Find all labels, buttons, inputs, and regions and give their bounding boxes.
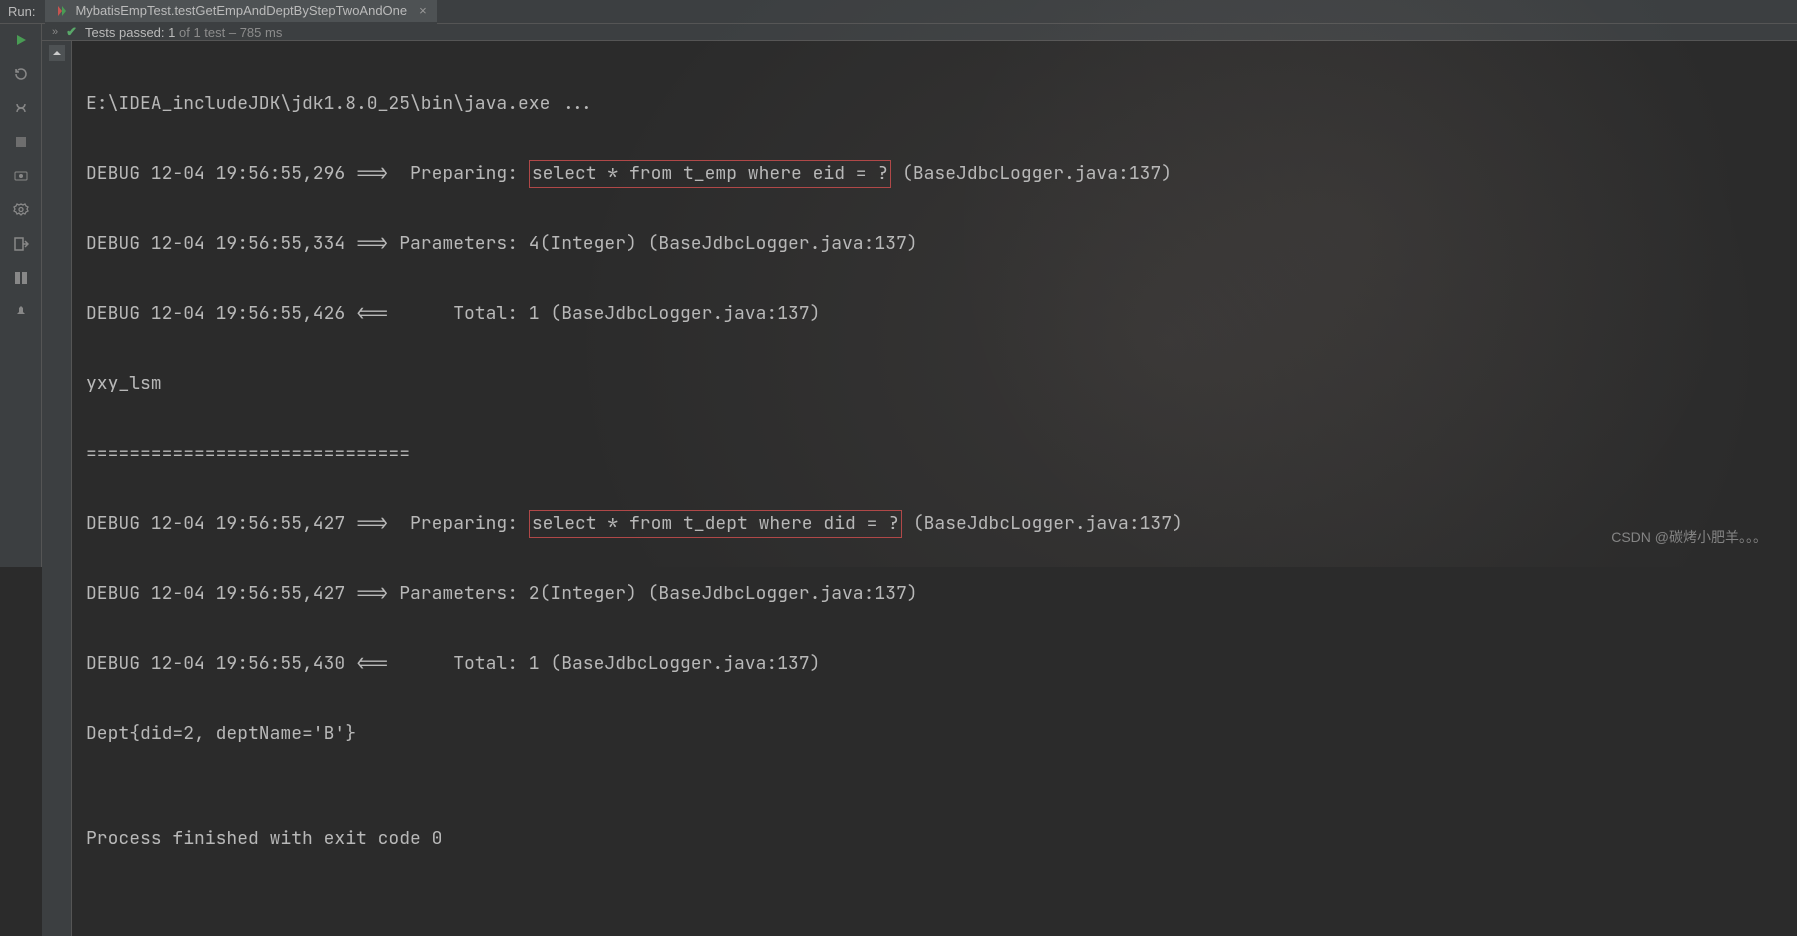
tab-title: MybatisEmpTest.testGetEmpAndDeptByStepTw… [75, 3, 407, 18]
console-line: DEBUG 12-04 19:56:55,430 <== Total: 1 (B… [86, 646, 1783, 681]
main-area: » ✔ Tests passed: 1 of 1 test – 785 ms E… [0, 24, 1797, 567]
console-line: E:\IDEA_includeJDK\jdk1.8.0_25\bin\java.… [86, 86, 1783, 121]
console-line: yxy_lsm [86, 366, 1783, 401]
body-row: E:\IDEA_includeJDK\jdk1.8.0_25\bin\java.… [42, 41, 1797, 936]
test-tree-column [42, 41, 72, 936]
content-area: » ✔ Tests passed: 1 of 1 test – 785 ms E… [42, 24, 1797, 567]
console-line: DEBUG 12-04 19:56:55,426 <== Total: 1 (B… [86, 296, 1783, 331]
settings-icon[interactable] [11, 200, 31, 220]
run-tab-bar: Run: MybatisEmpTest.testGetEmpAndDeptByS… [0, 0, 1797, 24]
toggle-auto-test-icon[interactable] [11, 98, 31, 118]
pin-icon[interactable] [11, 302, 31, 322]
exit-icon[interactable] [11, 234, 31, 254]
watermark: CSDN @碳烤小肥羊。。。 [1611, 527, 1767, 547]
test-status-bar: » ✔ Tests passed: 1 of 1 test – 785 ms [42, 24, 1797, 41]
chevrons-icon[interactable]: » [52, 26, 58, 38]
console-line: ============================== [86, 436, 1783, 471]
close-icon[interactable]: × [419, 3, 427, 18]
test-status-text: Tests passed: 1 of 1 test – 785 ms [85, 25, 282, 40]
of-text: of 1 test – 785 ms [175, 25, 282, 40]
console-output[interactable]: E:\IDEA_includeJDK\jdk1.8.0_25\bin\java.… [72, 41, 1797, 936]
console-line: Dept{did=2, deptName='B'} [86, 716, 1783, 751]
run-button[interactable] [11, 30, 31, 50]
tool-gutter [0, 24, 42, 567]
check-icon: ✔ [66, 24, 77, 40]
console-line: DEBUG 12-04 19:56:55,427 ==> Parameters:… [86, 576, 1783, 611]
passed-label: Tests passed: [85, 25, 165, 40]
run-config-tab[interactable]: MybatisEmpTest.testGetEmpAndDeptByStepTw… [45, 0, 436, 24]
stop-icon[interactable] [11, 132, 31, 152]
sql-highlight: select * from t_emp where eid = ? [529, 160, 891, 188]
console-line: Process finished with exit code 0 [86, 821, 1783, 856]
sql-highlight: select * from t_dept where did = ? [529, 510, 902, 538]
console-line: DEBUG 12-04 19:56:55,427 ==> Preparing: … [86, 506, 1783, 541]
collapse-icon[interactable] [49, 45, 65, 61]
run-config-icon [55, 4, 69, 18]
console-line: DEBUG 12-04 19:56:55,296 ==> Preparing: … [86, 156, 1783, 191]
console-line: DEBUG 12-04 19:56:55,334 ==> Parameters:… [86, 226, 1783, 261]
run-label: Run: [8, 4, 45, 19]
rerun-failed-icon[interactable] [11, 64, 31, 84]
layout-icon[interactable] [11, 268, 31, 288]
dump-threads-icon[interactable] [11, 166, 31, 186]
